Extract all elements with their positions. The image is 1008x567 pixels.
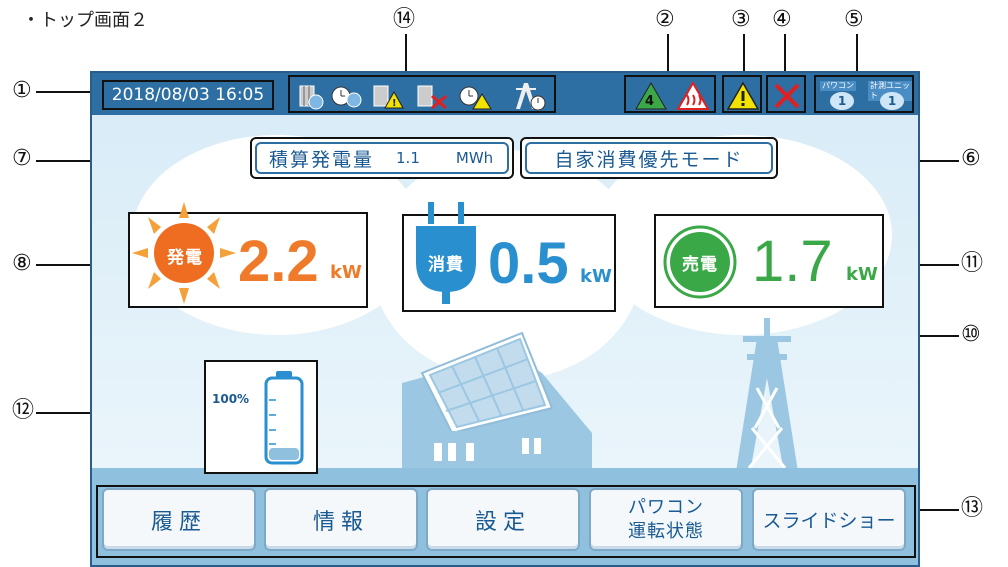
pcs-count-label: パワコン bbox=[820, 81, 856, 91]
generation-label: 発電 bbox=[167, 248, 203, 268]
cumulative-generation-panel: 積算発電量 1.1 MWh bbox=[250, 137, 514, 179]
callout-3: ③ bbox=[731, 7, 751, 32]
clock-communication-icon bbox=[331, 86, 362, 108]
leader-line-4 bbox=[784, 34, 786, 72]
meter-count: 1 bbox=[880, 92, 904, 110]
device-count-group[interactable]: パワコン 1 計測ユニット 1 bbox=[814, 75, 914, 113]
cumulative-generation-label: 積算発電量 bbox=[269, 148, 375, 171]
leader-line-5 bbox=[856, 34, 858, 72]
callout-7: ⑦ bbox=[12, 146, 32, 171]
generation-unit: kW bbox=[330, 262, 362, 283]
battery-fill bbox=[269, 448, 299, 460]
callout-11: ⑪ bbox=[961, 251, 984, 276]
callout-14: ⑭ bbox=[393, 7, 416, 32]
consumption-unit: kW bbox=[580, 266, 612, 287]
callout-10: ⑩ bbox=[961, 322, 981, 347]
clock-warning-icon bbox=[459, 86, 492, 110]
consumption-label: 消費 bbox=[428, 255, 464, 275]
pcs-status-button-line2: 運転状態 bbox=[628, 520, 704, 542]
generation-value: 2.2 bbox=[238, 229, 319, 294]
page-title: ・トップ画面２ bbox=[22, 10, 148, 31]
sale-card: 売電 1.7 kW bbox=[654, 214, 884, 308]
consumption-card: 消費 0.5 kW bbox=[402, 202, 616, 312]
callout-1: ① bbox=[12, 78, 32, 103]
callout-2: ② bbox=[655, 7, 675, 32]
generation-card: 発電 2.2 kW bbox=[128, 202, 368, 308]
info-button[interactable]: 情報 bbox=[264, 488, 418, 551]
callout-13: ⑬ bbox=[961, 496, 984, 521]
pcs-error-icon bbox=[417, 85, 447, 110]
slideshow-button[interactable]: スライドショー bbox=[752, 488, 906, 551]
pcs-alarm-group[interactable]: 4 bbox=[624, 75, 716, 113]
svg-text:4: 4 bbox=[645, 94, 654, 109]
house-solar-icon bbox=[402, 331, 592, 473]
battery-card: 100% bbox=[204, 360, 318, 474]
callout-12: ⑫ bbox=[12, 398, 35, 423]
sale-value: 1.7 bbox=[752, 229, 833, 294]
overheat-alarm-icon bbox=[676, 81, 710, 110]
svg-text:!: ! bbox=[392, 98, 397, 109]
settings-button-label: 設定 bbox=[474, 509, 531, 535]
datetime-display: 2018/08/03 16:05 bbox=[102, 80, 274, 110]
pcs-communication-icon bbox=[299, 85, 324, 110]
settings-button[interactable]: 設定 bbox=[426, 488, 580, 551]
power-pylon-icon bbox=[735, 318, 799, 478]
error-icon bbox=[774, 83, 800, 109]
sale-unit: kW bbox=[846, 264, 878, 285]
device-screen: 2018/08/03 16:05 ! 4 パワコン 1 計測ユニット 1 積算発… bbox=[90, 71, 920, 567]
sale-label: 売電 bbox=[682, 255, 718, 275]
operation-mode-button[interactable]: 自家消費優先モード bbox=[520, 137, 778, 179]
callout-6: ⑥ bbox=[961, 146, 981, 171]
operation-mode-label: 自家消費優先モード bbox=[554, 148, 744, 171]
history-button-label: 履歴 bbox=[150, 509, 207, 535]
error-status[interactable] bbox=[766, 75, 806, 113]
warning-icon bbox=[727, 81, 759, 110]
grid-clock-icon bbox=[516, 83, 546, 111]
cumulative-generation-unit: MWh bbox=[455, 149, 494, 167]
leader-line-3 bbox=[743, 34, 745, 72]
pcs-status-button[interactable]: パワコン 運転状態 bbox=[589, 488, 743, 551]
cumulative-generation-value: 1.1 bbox=[396, 149, 420, 167]
slideshow-button-label: スライドショー bbox=[762, 510, 896, 532]
battery-icon bbox=[264, 371, 304, 465]
leader-line-2 bbox=[667, 34, 669, 72]
battery-percent: 100% bbox=[212, 392, 250, 406]
pcs-count: 1 bbox=[830, 92, 854, 110]
communication-status-group[interactable]: ! bbox=[288, 75, 556, 113]
info-button-label: 情報 bbox=[312, 509, 369, 535]
voltage-alarm-icon: 4 bbox=[635, 81, 667, 110]
callout-4: ④ bbox=[772, 7, 792, 32]
warning-status[interactable] bbox=[722, 75, 762, 113]
consumption-value: 0.5 bbox=[488, 231, 569, 296]
callout-5: ⑤ bbox=[844, 7, 864, 32]
callout-8: ⑧ bbox=[12, 251, 32, 276]
history-button[interactable]: 履歴 bbox=[102, 488, 256, 551]
pcs-status-button-line1: パワコン bbox=[628, 496, 704, 518]
pcs-warning-icon: ! bbox=[373, 85, 404, 109]
leader-line-14 bbox=[405, 34, 407, 72]
